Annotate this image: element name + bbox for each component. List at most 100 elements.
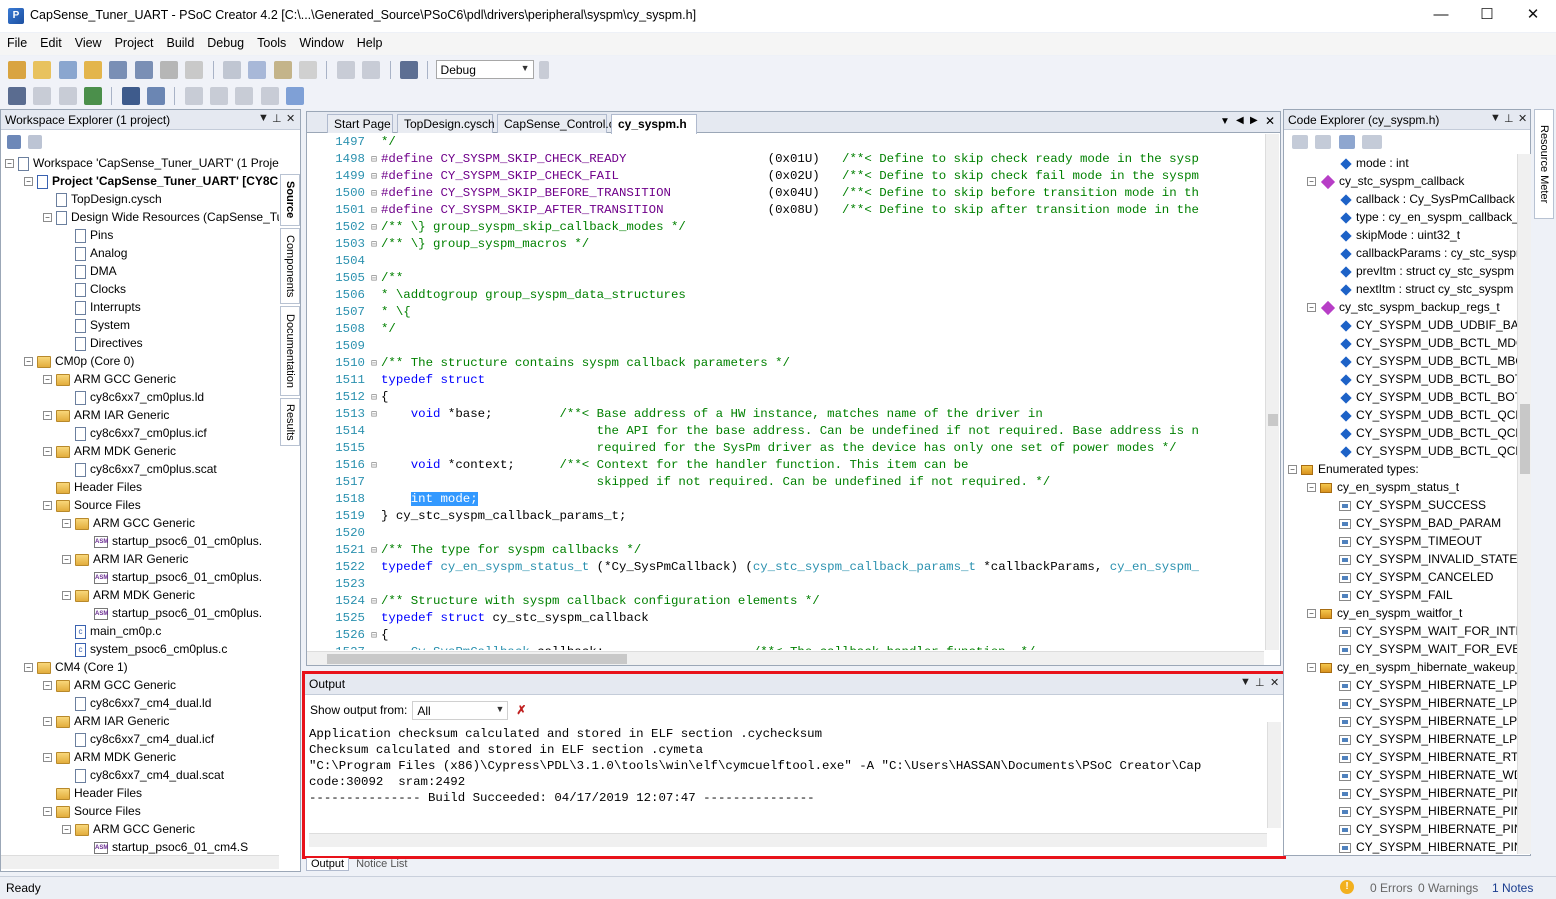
code-line[interactable]: 1509: [307, 338, 1264, 355]
code-line[interactable]: 1513 ⊟ void *base; /**< Base address of a…: [307, 406, 1264, 423]
workspace-horizontal-scrollbar[interactable]: [1, 855, 279, 869]
tree-item[interactable]: cy8c6xx7_cm4_dual.icf: [62, 730, 214, 748]
code-line[interactable]: 1499 ⊟ #define CY_SYSPM_SKIP_CHECK_FAIL (0…: [307, 168, 1264, 185]
code-line[interactable]: 1526 ⊟{: [307, 627, 1264, 644]
new-file-icon[interactable]: [33, 60, 52, 79]
explorer-item[interactable]: callback : Cy_SysPmCallback: [1326, 190, 1515, 208]
code-line[interactable]: 1498 ⊟ #define CY_SYSPM_SKIP_CHECK_READY (…: [307, 151, 1264, 168]
delete-icon[interactable]: [299, 60, 318, 79]
explorer-item[interactable]: CY_SYSPM_UDB_BCTL_QCLK_: [1326, 406, 1518, 424]
code-line[interactable]: 1524 ⊟/** Structure with syspm callback c…: [307, 593, 1264, 610]
build-icon[interactable]: [8, 87, 26, 105]
explorer-item[interactable]: CY_SYSPM_UDB_BCTL_QCLK_: [1326, 424, 1518, 442]
explorer-item[interactable]: CY_SYSPM_HIBERNATE_PIN0: [1326, 802, 1518, 820]
code-line[interactable]: 1517 skipped if not required. Can be und…: [307, 474, 1264, 491]
tree-item[interactable]: − CM0p (Core 0): [24, 352, 134, 370]
expander-icon[interactable]: −: [43, 681, 52, 691]
tree-item[interactable]: − CM4 (Core 1): [24, 658, 128, 676]
code-line[interactable]: 1504: [307, 253, 1264, 270]
pane-close-icon[interactable]: ✕: [286, 112, 295, 125]
explorer-item[interactable]: − cy_en_syspm_waitfor_t: [1307, 604, 1462, 622]
code-line[interactable]: 1521 ⊟/** The type for syspm callbacks */: [307, 542, 1264, 559]
sort-icon[interactable]: [1362, 134, 1383, 149]
warnings-count[interactable]: 0 Warnings: [1418, 881, 1478, 895]
explorer-item[interactable]: skipMode : uint32_t: [1326, 226, 1460, 244]
explorer-item[interactable]: CY_SYSPM_HIBERNATE_LPCO: [1326, 694, 1518, 712]
tree-item[interactable]: Clocks: [62, 280, 126, 298]
outdent-icon[interactable]: [210, 87, 229, 105]
tree-item[interactable]: Directives: [62, 334, 143, 352]
menu-file[interactable]: File: [0, 33, 33, 50]
menu-view[interactable]: View: [68, 33, 108, 50]
code-line[interactable]: 1527 Cy_SysPmCallback callback; /**< The…: [307, 644, 1264, 650]
code-line[interactable]: 1518 int mode;: [307, 491, 1264, 508]
code-line[interactable]: 1525 typedef struct cy_stc_syspm_callback: [307, 610, 1264, 627]
tab-scroll-left-icon[interactable]: ◀: [1236, 115, 1244, 126]
pin-icon[interactable]: ⊥: [1255, 676, 1265, 689]
fold-icon[interactable]: ⊟: [367, 356, 381, 373]
tree-item[interactable]: Analog: [62, 244, 127, 262]
expand-all-icon[interactable]: [1292, 134, 1308, 149]
fold-icon[interactable]: ⊟: [367, 220, 381, 237]
tree-item[interactable]: − ARM IAR Generic: [62, 550, 188, 568]
explorer-item[interactable]: CY_SYSPM_SUCCESS: [1326, 496, 1486, 514]
code-line[interactable]: 1519} cy_stc_syspm_callback_params_t;: [307, 508, 1264, 525]
fold-icon[interactable]: ⊟: [367, 407, 381, 424]
notes-count[interactable]: 1 Notes: [1492, 881, 1533, 895]
tab-results[interactable]: Results: [280, 398, 300, 446]
tree-item[interactable]: − Source Files: [43, 802, 141, 820]
explorer-item[interactable]: CY_SYSPM_HIBERNATE_PIN1: [1326, 820, 1518, 838]
pane-menu-icon[interactable]: ▼: [1240, 676, 1251, 688]
menu-edit[interactable]: Edit: [33, 33, 68, 50]
tab-scroll-right-icon[interactable]: ▶: [1250, 115, 1258, 126]
clear-output-icon[interactable]: ✗: [516, 703, 526, 717]
expander-icon[interactable]: −: [24, 357, 33, 367]
fold-icon[interactable]: ⊟: [367, 237, 381, 254]
menu-tools[interactable]: Tools: [250, 33, 292, 50]
explorer-item[interactable]: CY_SYSPM_INVALID_STATE: [1326, 550, 1517, 568]
expander-icon[interactable]: −: [62, 555, 71, 565]
pane-menu-icon[interactable]: ▼: [1490, 112, 1501, 124]
pane-close-icon[interactable]: ✕: [1270, 676, 1279, 689]
explorer-item[interactable]: − cy_stc_syspm_callback: [1307, 172, 1464, 190]
tree-item[interactable]: cy8c6xx7_cm0plus.ld: [62, 388, 204, 406]
tree-item[interactable]: cy8c6xx7_cm4_dual.ld: [62, 694, 211, 712]
new-workspace-icon[interactable]: [8, 60, 26, 79]
tree-item[interactable]: Interrupts: [62, 298, 141, 316]
explorer-item[interactable]: CY_SYSPM_HIBERNATE_LPCO: [1326, 730, 1518, 748]
tree-item[interactable]: − ARM GCC Generic: [43, 676, 176, 694]
code-line[interactable]: 1497 */: [307, 134, 1264, 151]
open-folder-icon[interactable]: [84, 60, 103, 79]
code-line[interactable]: 1507 * \{: [307, 304, 1264, 321]
expander-icon[interactable]: −: [1307, 483, 1316, 493]
expander-icon[interactable]: −: [24, 663, 33, 673]
explorer-item[interactable]: CY_SYSPM_BAD_PARAM: [1326, 514, 1501, 532]
tree-item[interactable]: − Source Files: [43, 496, 141, 514]
explorer-item[interactable]: CY_SYSPM_CANCELED: [1326, 568, 1493, 586]
tab-output[interactable]: Output: [306, 858, 350, 871]
output-vertical-scrollbar[interactable]: [1267, 722, 1281, 828]
explorer-item[interactable]: CY_SYSPM_HIBERNATE_WDT: [1326, 766, 1518, 784]
pane-close-icon[interactable]: ✕: [1518, 112, 1527, 125]
code-line[interactable]: 1510 ⊟/** The structure contains syspm ca…: [307, 355, 1264, 372]
explorer-item[interactable]: CY_SYSPM_HIBERNATE_PIN1: [1326, 838, 1518, 854]
print-icon[interactable]: [160, 60, 179, 79]
tree-item[interactable]: − ARM MDK Generic: [62, 586, 195, 604]
tab-topdesign[interactable]: TopDesign.cysch: [397, 114, 495, 133]
redo-icon[interactable]: [362, 60, 381, 79]
explorer-item[interactable]: prevItm : struct cy_stc_syspm: [1326, 262, 1514, 280]
tree-item[interactable]: − ARM GCC Generic: [43, 370, 176, 388]
expander-icon[interactable]: −: [43, 213, 52, 223]
code-line[interactable]: 1505 ⊟/**: [307, 270, 1264, 287]
pin-icon[interactable]: ⊥: [272, 112, 282, 125]
menu-debug[interactable]: Debug: [200, 33, 250, 50]
refresh-icon[interactable]: [28, 134, 43, 149]
program-icon[interactable]: [84, 87, 103, 105]
expander-icon[interactable]: −: [1307, 663, 1316, 673]
tree-item[interactable]: cy8c6xx7_cm4_dual.scat: [62, 766, 224, 784]
tree-item[interactable]: c system_psoc6_cm0plus.c: [62, 640, 227, 658]
debug-icon[interactable]: [121, 87, 140, 105]
expander-icon[interactable]: −: [1307, 303, 1316, 313]
bookmark-icon[interactable]: [286, 87, 305, 105]
print-preview-icon[interactable]: [185, 60, 204, 79]
